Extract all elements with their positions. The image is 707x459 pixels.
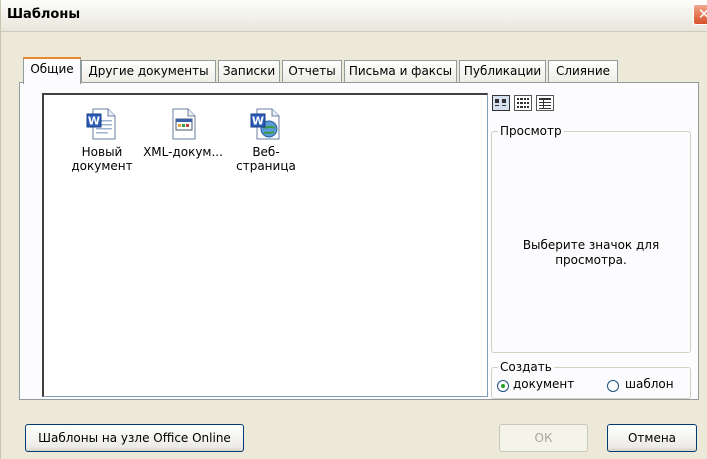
svg-text:W: W	[88, 115, 100, 128]
large-icons-view-icon[interactable]	[492, 95, 510, 111]
template-xml-document[interactable]: XML-докум...	[143, 107, 223, 159]
preview-group: Просмотр Выберите значок для просмотра.	[491, 124, 691, 353]
tab-publications[interactable]: Публикации	[459, 60, 546, 82]
tab-memos[interactable]: Записки	[218, 60, 280, 82]
preview-hint: Выберите значок для просмотра.	[522, 238, 660, 267]
template-label: Новый документ	[71, 145, 133, 173]
office-online-templates-button[interactable]: Шаблоны на узле Office Online	[25, 424, 244, 452]
template-list[interactable]: W Новый документ XML-докум... W Веб-стра…	[42, 93, 488, 397]
radio-template[interactable]	[607, 380, 619, 392]
details-view-icon[interactable]	[536, 95, 554, 111]
cancel-button[interactable]: Отмена	[607, 424, 697, 452]
tab-mail-merge[interactable]: Слияние	[548, 60, 618, 82]
templates-dialog: Шаблоны ✕ Общие Другие документы Записки…	[0, 0, 707, 459]
title-bar[interactable]: Шаблоны ✕	[1, 0, 707, 32]
close-icon[interactable]: ✕	[693, 4, 707, 25]
template-web-page[interactable]: W Веб-страница	[226, 107, 306, 173]
tab-other-documents[interactable]: Другие документы	[81, 60, 216, 82]
window-title: Шаблоны	[7, 7, 81, 22]
tab-panel: W Новый документ XML-докум... W Веб-стра…	[19, 82, 699, 400]
create-group: Создать документ шаблон	[491, 360, 691, 399]
web-page-icon: W	[250, 107, 282, 141]
radio-document[interactable]	[497, 380, 509, 392]
word-document-icon: W	[86, 107, 118, 141]
radio-document-label: документ	[513, 377, 575, 391]
tab-letters-faxes[interactable]: Письма и факсы	[344, 60, 457, 82]
template-new-document[interactable]: W Новый документ	[62, 107, 142, 173]
svg-text:W: W	[252, 115, 264, 128]
preview-group-label: Просмотр	[498, 124, 564, 138]
tab-reports[interactable]: Отчеты	[282, 60, 342, 82]
create-group-label: Создать	[498, 360, 554, 374]
template-label: Веб-страница	[236, 145, 296, 173]
list-view-icon[interactable]	[514, 95, 532, 111]
radio-template-label: шаблон	[625, 377, 674, 391]
ok-button[interactable]: ОК	[499, 424, 588, 452]
xml-document-icon	[167, 107, 199, 141]
tab-general[interactable]: Общие	[23, 57, 81, 84]
template-label: XML-докум...	[143, 145, 223, 159]
